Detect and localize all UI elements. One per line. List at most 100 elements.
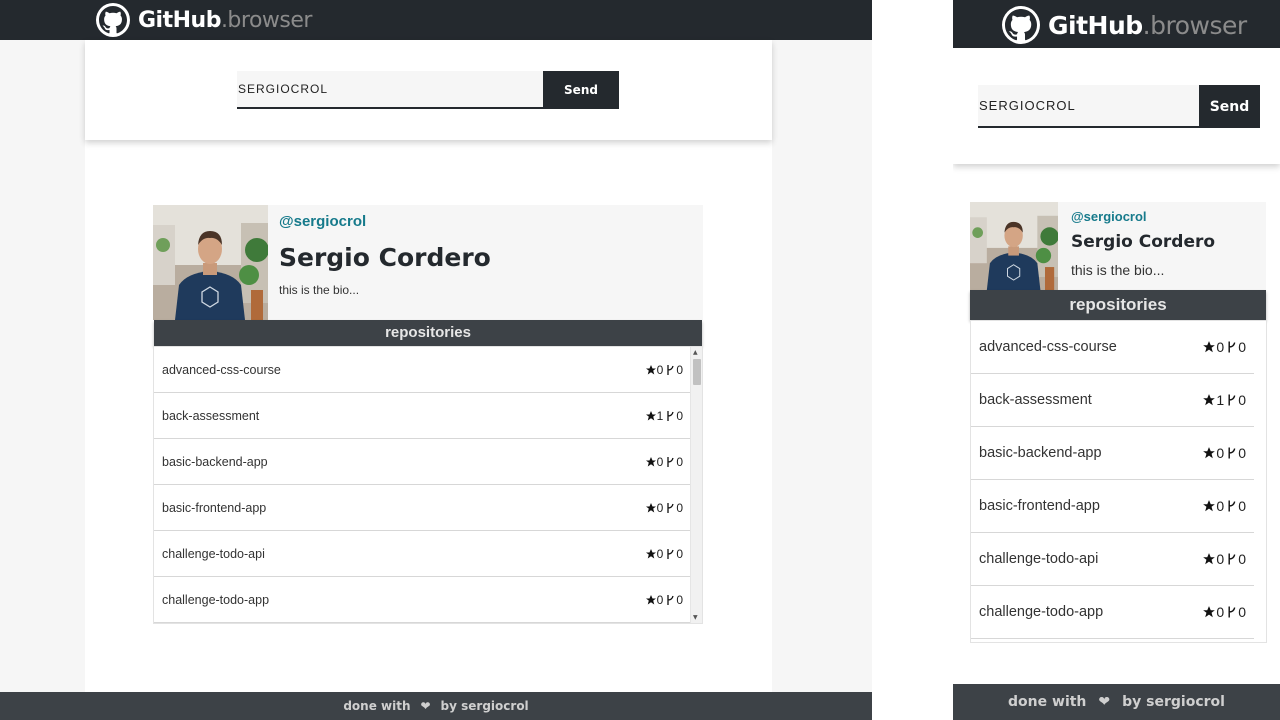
repo-name[interactable]: basic-frontend-app xyxy=(162,501,266,515)
footer-prefix: done with xyxy=(1008,694,1087,710)
footer-author[interactable]: by sergiocrol xyxy=(441,699,529,713)
search-card: Send xyxy=(85,40,772,140)
star-icon xyxy=(645,410,656,420)
star-icon xyxy=(1203,553,1216,565)
repo-star-count: 0 xyxy=(1216,445,1225,461)
repo-stats: 0 0 xyxy=(645,363,683,377)
repo-row[interactable]: basic-frontend-app 0 0 xyxy=(971,480,1254,533)
heart-icon: ❤ xyxy=(1098,694,1111,710)
app-header: GitHub .browser xyxy=(953,0,1280,48)
github-octocat-icon xyxy=(96,3,130,37)
footer-author[interactable]: by sergiocrol xyxy=(1122,694,1225,710)
desktop-view: GitHub.browser Send @sergio xyxy=(0,0,872,720)
profile-card: @sergiocrol Sergio Cordero this is the b… xyxy=(970,202,1266,290)
repo-fork-count: 0 xyxy=(1238,445,1246,461)
app-header: GitHub .browser xyxy=(0,0,872,40)
fork-icon xyxy=(667,364,674,375)
repo-star-count: 0 xyxy=(1216,498,1225,514)
brand[interactable]: GitHub .browser xyxy=(96,3,312,37)
fork-icon xyxy=(667,410,674,421)
app-footer: done with ❤ by sergiocrol xyxy=(953,684,1280,720)
profile-full-name: Sergio Cordero xyxy=(1071,232,1216,252)
repo-stats: 0 0 xyxy=(1202,604,1246,620)
repo-star-count: 1 xyxy=(656,408,664,423)
repo-stats: 0 0 xyxy=(645,547,683,561)
repo-star-count: 0 xyxy=(656,500,664,515)
repo-row[interactable]: challenge-todo-api 0 0 xyxy=(154,531,691,577)
repo-stats: 1 0 xyxy=(645,409,683,423)
heart-icon: ❤ xyxy=(420,699,431,713)
repo-name[interactable]: challenge-todo-app xyxy=(162,593,269,607)
profile-bio: this is the bio... xyxy=(1071,262,1165,278)
repo-fork-count: 0 xyxy=(1238,339,1246,355)
repo-stats: 0 0 xyxy=(645,501,683,515)
repo-name[interactable]: advanced-css-course xyxy=(162,363,281,377)
brand[interactable]: GitHub .browser xyxy=(1002,6,1247,44)
repo-row[interactable]: basic-backend-app 0 0 xyxy=(971,427,1254,480)
brand-name: GitHub xyxy=(1048,10,1143,40)
repo-row[interactable]: back-assessment 1 0 xyxy=(971,374,1254,427)
repo-fork-count: 0 xyxy=(1238,551,1246,567)
profile-username[interactable]: @sergiocrol xyxy=(279,213,366,230)
send-button[interactable]: Send xyxy=(543,71,619,109)
mobile-view: GitHub.browser Send @sergio xyxy=(953,0,1280,720)
scroll-up-arrow-icon[interactable]: ▲ xyxy=(693,349,698,356)
repo-name[interactable]: back-assessment xyxy=(979,392,1092,408)
repo-name[interactable]: basic-backend-app xyxy=(162,455,268,469)
footer-prefix: done with xyxy=(343,699,411,713)
fork-icon xyxy=(1228,341,1236,353)
repo-name[interactable]: challenge-todo-api xyxy=(162,547,265,561)
repo-list-scrollbar[interactable]: ▲ ▼ xyxy=(690,347,702,623)
repo-fork-count: 0 xyxy=(676,546,683,561)
repo-row[interactable]: basic-backend-app 0 0 xyxy=(154,439,691,485)
scroll-down-arrow-icon[interactable]: ▼ xyxy=(693,614,698,621)
repo-row[interactable]: challenge-todo-app 0 0 xyxy=(971,586,1254,639)
avatar xyxy=(970,202,1058,290)
repo-star-count: 0 xyxy=(656,592,664,607)
fork-icon xyxy=(667,594,674,605)
star-icon xyxy=(1203,606,1216,618)
repo-name[interactable]: advanced-css-course xyxy=(979,339,1117,355)
repo-stats: 0 0 xyxy=(1202,445,1246,461)
repo-fork-count: 0 xyxy=(676,362,683,377)
repo-row[interactable]: back-assessment 1 0 xyxy=(154,393,691,439)
repositories-heading: repositories xyxy=(970,290,1266,320)
star-icon xyxy=(645,364,656,374)
repo-stats: 1 0 xyxy=(1202,392,1246,408)
profile-bio: this is the bio... xyxy=(279,283,360,297)
search-input[interactable] xyxy=(237,71,543,109)
github-octocat-icon xyxy=(1002,6,1040,44)
fork-icon xyxy=(1228,500,1236,512)
repo-name[interactable]: basic-frontend-app xyxy=(979,498,1100,514)
star-icon xyxy=(1203,341,1216,353)
brand-suffix: .browser xyxy=(1142,10,1247,40)
search-input[interactable] xyxy=(978,85,1199,128)
repo-stats: 0 0 xyxy=(1202,551,1246,567)
app-footer: done with ❤ by sergiocrol xyxy=(0,692,872,720)
send-button[interactable]: Send xyxy=(1199,85,1260,128)
star-icon xyxy=(1203,394,1216,406)
repo-name[interactable]: basic-backend-app xyxy=(979,445,1102,461)
repo-star-count: 0 xyxy=(1216,551,1225,567)
repo-name[interactable]: back-assessment xyxy=(162,409,259,423)
profile-username[interactable]: @sergiocrol xyxy=(1071,209,1147,224)
scroll-thumb[interactable] xyxy=(693,359,701,385)
repo-star-count: 0 xyxy=(656,454,664,469)
brand-name: GitHub xyxy=(138,7,221,33)
repository-list[interactable]: advanced-css-course 0 0 back-assessment … xyxy=(153,346,703,624)
repo-row[interactable]: advanced-css-course 0 0 xyxy=(154,347,691,393)
repository-list[interactable]: advanced-css-course 0 0 back-assessment … xyxy=(970,320,1267,643)
repo-row[interactable]: challenge-todo-app 0 0 xyxy=(154,577,691,623)
repo-fork-count: 0 xyxy=(676,500,683,515)
repo-row[interactable]: challenge-todo-api 0 0 xyxy=(971,533,1254,586)
search-card: Send xyxy=(953,48,1280,164)
fork-icon xyxy=(1228,394,1236,406)
repo-row[interactable]: advanced-css-course 0 0 xyxy=(971,321,1254,374)
repo-stats: 0 0 xyxy=(1202,339,1246,355)
star-icon xyxy=(645,456,656,466)
repo-name[interactable]: challenge-todo-api xyxy=(979,551,1098,567)
repo-star-count: 1 xyxy=(1216,392,1225,408)
repo-star-count: 0 xyxy=(656,362,664,377)
repo-row[interactable]: basic-frontend-app 0 0 xyxy=(154,485,691,531)
repo-name[interactable]: challenge-todo-app xyxy=(979,604,1103,620)
